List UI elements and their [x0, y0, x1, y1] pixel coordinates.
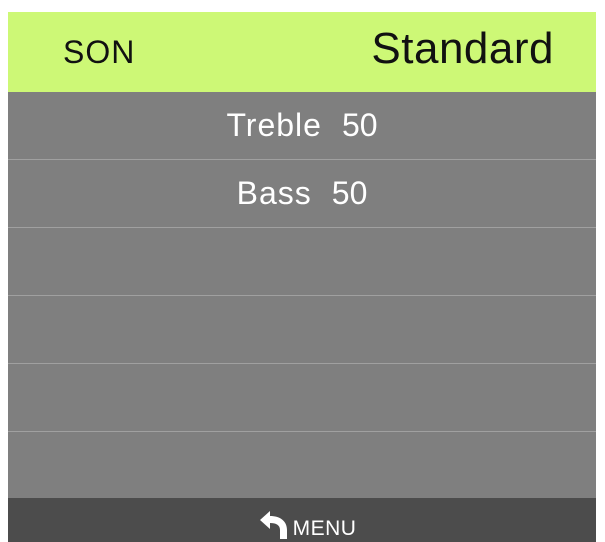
menu-back-label: MENU	[292, 517, 357, 540]
menu-header: SON Standard	[8, 12, 596, 92]
empty-row	[8, 296, 596, 364]
menu-footer: MENU	[8, 498, 596, 542]
setting-label: Treble	[226, 107, 322, 143]
setting-value: 50	[341, 107, 378, 143]
return-arrow-icon	[259, 511, 287, 539]
sound-mode-value[interactable]: Standard	[371, 24, 554, 74]
setting-row-treble[interactable]: Treble 50	[8, 92, 596, 160]
empty-row	[8, 364, 596, 432]
empty-row	[8, 432, 596, 500]
sound-menu-screen: SON Standard Treble 50 Bass 50 MENU	[8, 12, 596, 542]
menu-back-button[interactable]: MENU	[258, 510, 357, 540]
setting-value: 50	[331, 175, 368, 211]
empty-row	[8, 228, 596, 296]
menu-title: SON	[63, 34, 136, 70]
settings-list: Treble 50 Bass 50	[8, 92, 596, 500]
setting-label: Bass	[236, 175, 312, 211]
setting-row-bass[interactable]: Bass 50	[8, 160, 596, 228]
